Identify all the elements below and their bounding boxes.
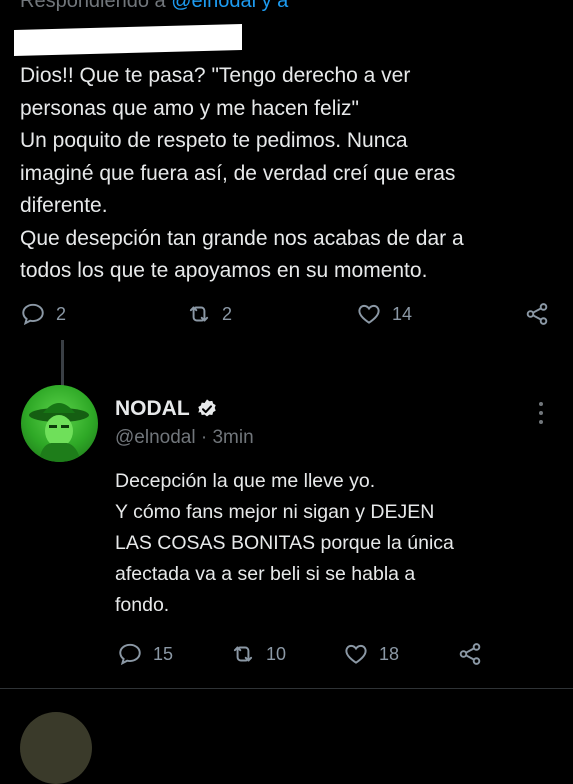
timestamp[interactable]: 3min (212, 427, 253, 448)
retweet-count: 10 (266, 643, 287, 664)
reply-count: 2 (56, 303, 67, 324)
avatar[interactable] (21, 385, 98, 462)
reply-actions: 15 10 18 (0, 641, 573, 671)
reply-button[interactable]: 15 (117, 641, 173, 667)
retweet-icon (189, 306, 209, 322)
verified-icon (197, 399, 216, 417)
author-meta: @elnodal · 3min (115, 427, 254, 449)
author-name[interactable]: NODAL (115, 397, 190, 421)
share-button[interactable] (457, 641, 483, 667)
replying-to-header: Respondiendo a @elnodal y a (20, 0, 288, 13)
author-handle[interactable]: @elnodal (115, 427, 196, 448)
reply-icon (119, 643, 141, 666)
replying-to-handles[interactable]: @elnodal y a (171, 0, 288, 12)
like-count: 14 (392, 303, 413, 324)
like-icon (358, 304, 380, 324)
like-button[interactable]: 14 (356, 301, 412, 327)
retweet-button[interactable]: 2 (186, 301, 232, 327)
retweet-icon (233, 646, 253, 662)
tweet-text: Dios!! Que te pasa? "Tengo derecho a ver… (20, 64, 464, 282)
like-icon (345, 644, 367, 664)
share-icon (526, 303, 548, 325)
retweet-button[interactable]: 10 (230, 641, 286, 667)
more-icon[interactable] (537, 402, 545, 424)
share-icon (459, 643, 481, 665)
reply-icon (22, 303, 44, 326)
tweet-divider (0, 688, 573, 689)
replying-to-prefix: Respondiendo a (20, 0, 166, 12)
avatar-image (29, 403, 89, 462)
author-name-row: NODAL (115, 397, 218, 421)
redacted-area (14, 24, 242, 56)
meta-separator: · (200, 427, 208, 448)
reply-button[interactable]: 2 (20, 301, 66, 327)
like-count: 18 (379, 643, 400, 664)
reply-count: 15 (153, 643, 174, 664)
tweet-actions: 2 2 14 (0, 301, 573, 331)
next-tweet-avatar[interactable] (20, 712, 92, 784)
share-button[interactable] (524, 301, 550, 327)
reply-text: Decepción la que me lleve yo. Y cómo fan… (115, 470, 454, 616)
thread-connector (61, 340, 64, 386)
like-button[interactable]: 18 (343, 641, 399, 667)
retweet-count: 2 (222, 303, 233, 324)
